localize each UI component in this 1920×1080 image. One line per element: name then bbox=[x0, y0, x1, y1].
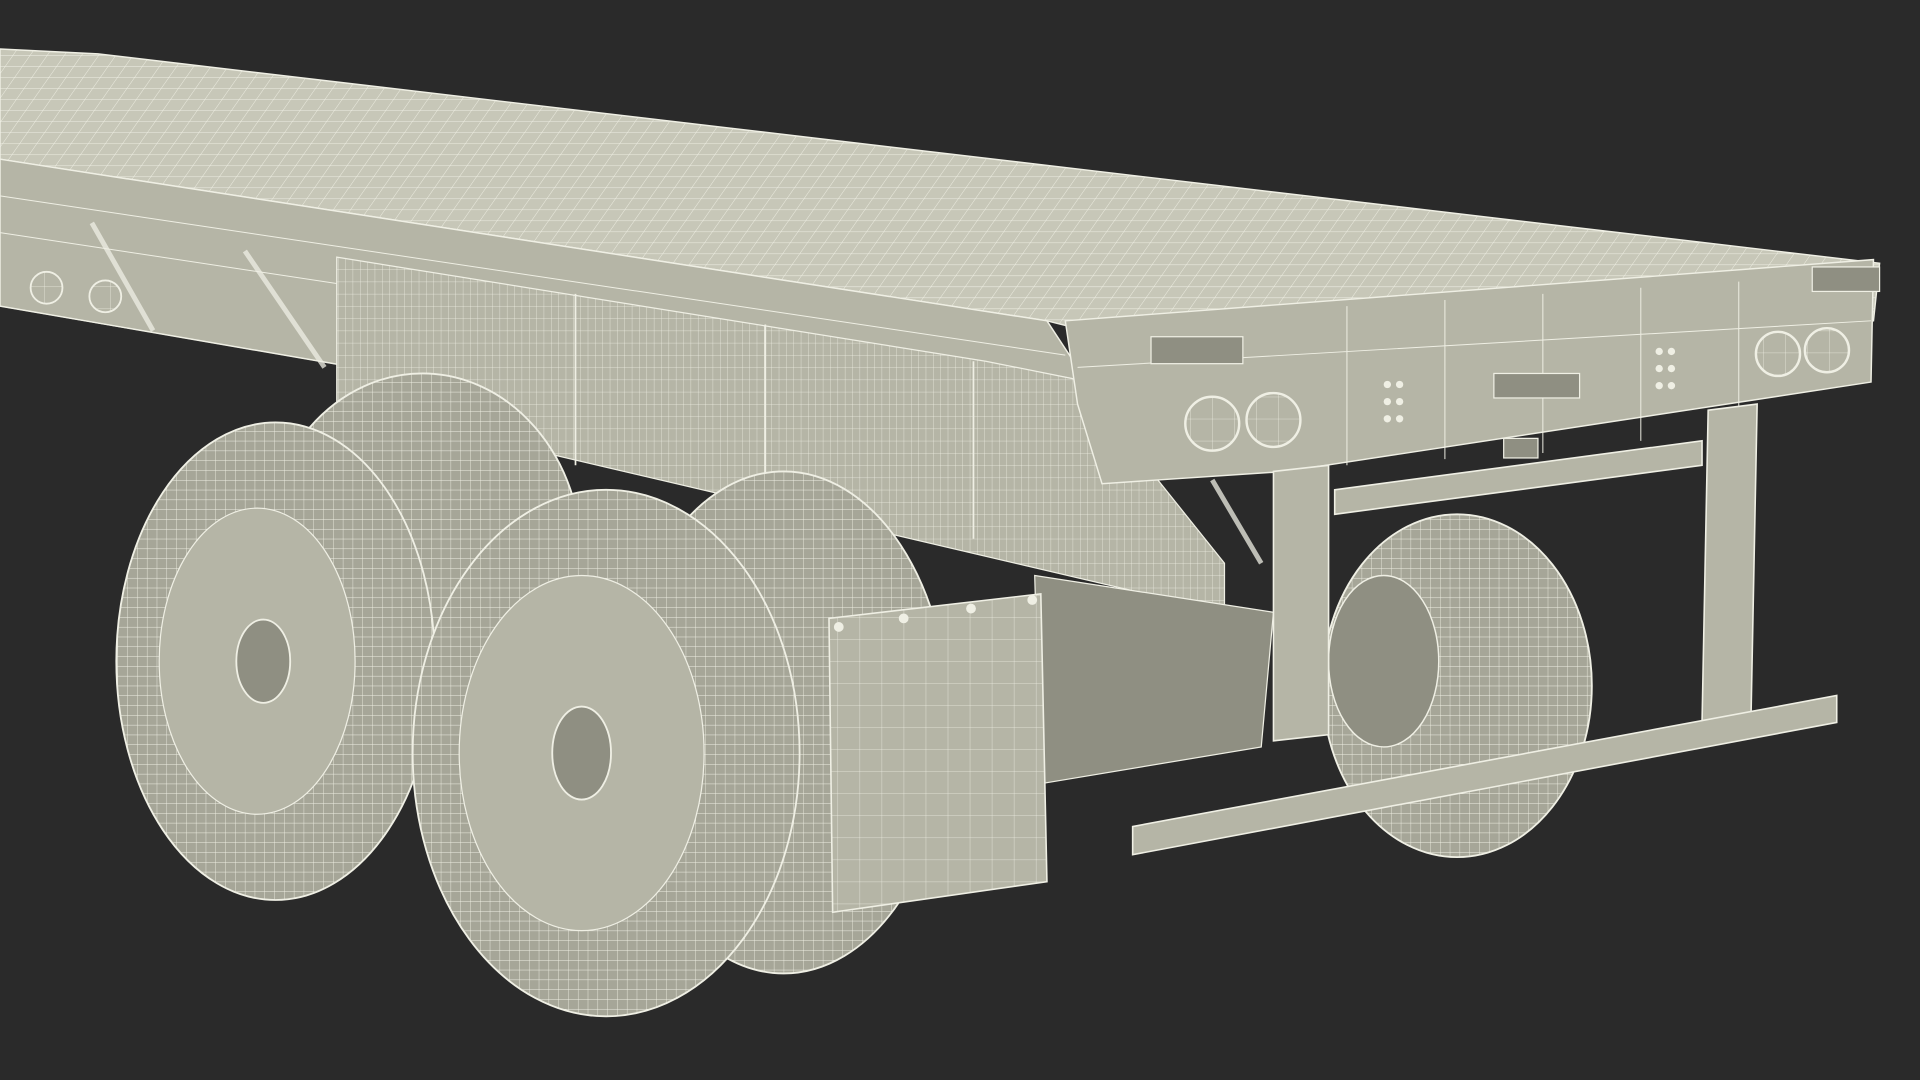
rear-tire-outer bbox=[411, 488, 801, 1018]
trailer-render bbox=[0, 48, 1881, 1018]
underbody-housing bbox=[1034, 574, 1275, 785]
front-wheel-hub bbox=[235, 618, 292, 704]
mud-flap bbox=[828, 592, 1048, 914]
front-tire-outer bbox=[115, 421, 436, 901]
rear-wheel-hub bbox=[551, 705, 612, 801]
